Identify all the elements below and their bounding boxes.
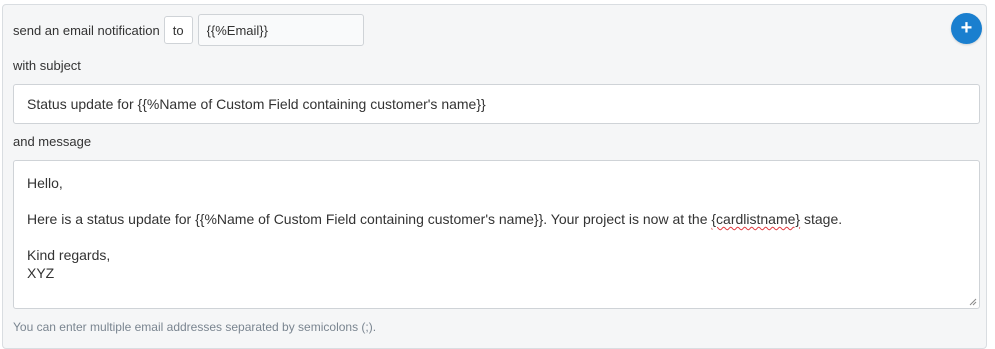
add-button[interactable]: +	[951, 13, 982, 44]
subject-label: with subject	[13, 58, 81, 73]
plus-icon: +	[960, 17, 973, 39]
message-label: and message	[13, 134, 92, 149]
message-greeting: Hello,	[27, 175, 63, 191]
message-body-text: Here is a status update for {{%Name of C…	[27, 211, 712, 227]
resize-handle-icon[interactable]	[969, 298, 977, 306]
help-text: You can enter multiple email addresses s…	[13, 320, 377, 334]
to-label: to	[163, 16, 193, 44]
notification-label: send an email notification	[13, 22, 160, 38]
message-textarea[interactable]: Hello, Here is a status update for {{%Na…	[13, 160, 980, 309]
message-body: Here is a status update for {{%Name of C…	[27, 210, 966, 228]
email-notification-panel: send an email notification to + with sub…	[2, 4, 987, 349]
message-body-end: stage.	[800, 211, 843, 227]
cardlistname-placeholder: {cardlistname}	[711, 211, 801, 227]
recipient-row: send an email notification to	[13, 14, 364, 46]
message-closing: Kind regards,	[27, 247, 111, 263]
email-input[interactable]	[197, 14, 364, 46]
subject-input[interactable]	[13, 84, 980, 124]
message-signature: XYZ	[27, 265, 55, 281]
